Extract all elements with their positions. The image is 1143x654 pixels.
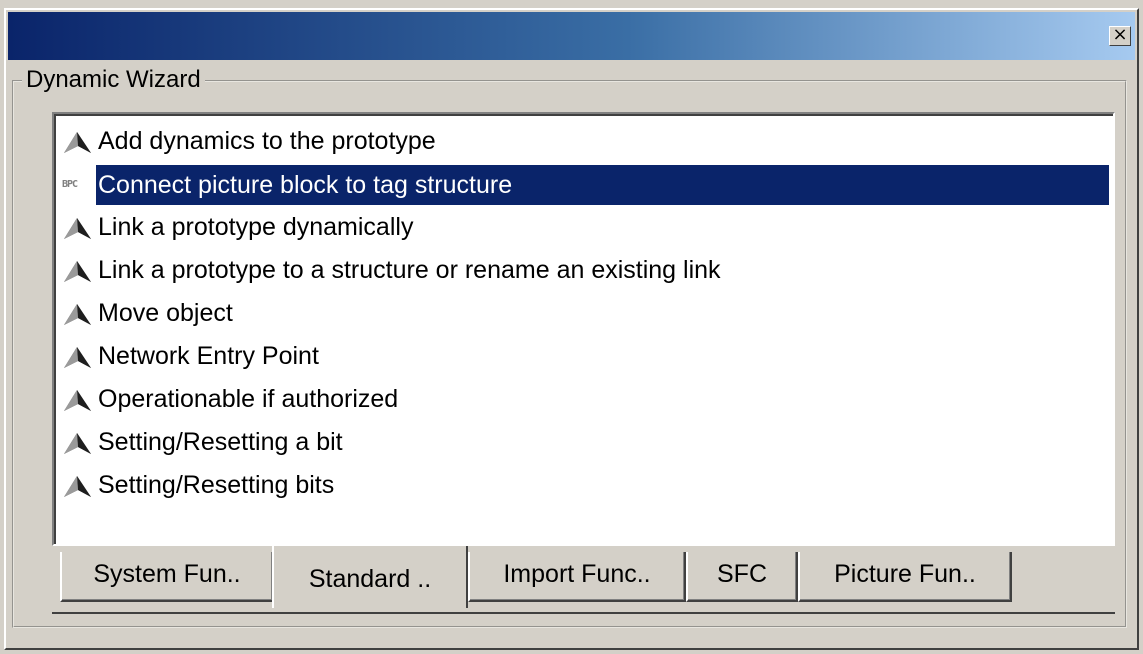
wizard-hat-icon <box>62 471 96 501</box>
tab-picture-fun[interactable]: Picture Fun.. <box>798 552 1012 602</box>
tab-system-fun[interactable]: System Fun.. <box>60 552 274 602</box>
list-item[interactable]: Network Entry Point <box>62 335 1109 378</box>
wizard-hat-icon <box>62 127 96 157</box>
wizard-hat-icon <box>62 428 96 458</box>
tab-import-func[interactable]: Import Func.. <box>468 552 686 602</box>
list-item-label: Setting/Resetting bits <box>98 471 335 499</box>
list-item[interactable]: Move object <box>62 292 1109 335</box>
bpc-icon: BPC <box>62 170 96 200</box>
close-button[interactable]: × <box>1109 26 1131 46</box>
wizard-hat-icon <box>62 385 96 415</box>
wizard-list: Add dynamics to the prototype BPC Connect … <box>62 120 1109 507</box>
wizard-listbox[interactable]: Add dynamics to the prototype BPC Connect … <box>52 112 1115 546</box>
tab-panel-bottom-edge <box>52 612 1115 614</box>
list-item[interactable]: Setting/Resetting a bit <box>62 421 1109 464</box>
list-item-label: Link a prototype dynamically <box>98 213 414 241</box>
list-item[interactable]: BPC Connect picture block to tag structur… <box>62 163 1109 206</box>
list-item-label: Add dynamics to the prototype <box>98 127 436 155</box>
list-item-label: Link a prototype to a structure or renam… <box>98 256 721 284</box>
list-item[interactable]: Link a prototype to a structure or renam… <box>62 249 1109 292</box>
wizard-hat-icon <box>62 342 96 372</box>
list-item[interactable]: Link a prototype dynamically <box>62 206 1109 249</box>
list-item[interactable]: Operationable if authorized <box>62 378 1109 421</box>
tab-standard[interactable]: Standard .. <box>272 546 468 608</box>
list-item-label: Operationable if authorized <box>98 385 399 413</box>
wizard-hat-icon <box>62 213 96 243</box>
groupbox-legend: Dynamic Wizard <box>22 66 205 94</box>
title-bar[interactable]: × <box>8 12 1135 60</box>
bpc-icon-text: BPC <box>62 178 78 190</box>
tab-sfc[interactable]: SFC <box>686 552 798 602</box>
list-item-label: Network Entry Point <box>98 342 319 370</box>
category-tabs: System Fun.. Standard .. Import Func.. SFC P… <box>56 546 1112 614</box>
wizard-hat-icon <box>62 256 96 286</box>
list-item[interactable]: Add dynamics to the prototype <box>62 120 1109 163</box>
list-item-label: Move object <box>98 299 233 327</box>
list-item-label: Setting/Resetting a bit <box>98 428 343 456</box>
list-item-label: Connect picture block to tag structure <box>96 164 1109 205</box>
wizard-hat-icon <box>62 299 96 329</box>
list-item[interactable]: Setting/Resetting bits <box>62 464 1109 507</box>
close-icon: × <box>1112 24 1128 45</box>
